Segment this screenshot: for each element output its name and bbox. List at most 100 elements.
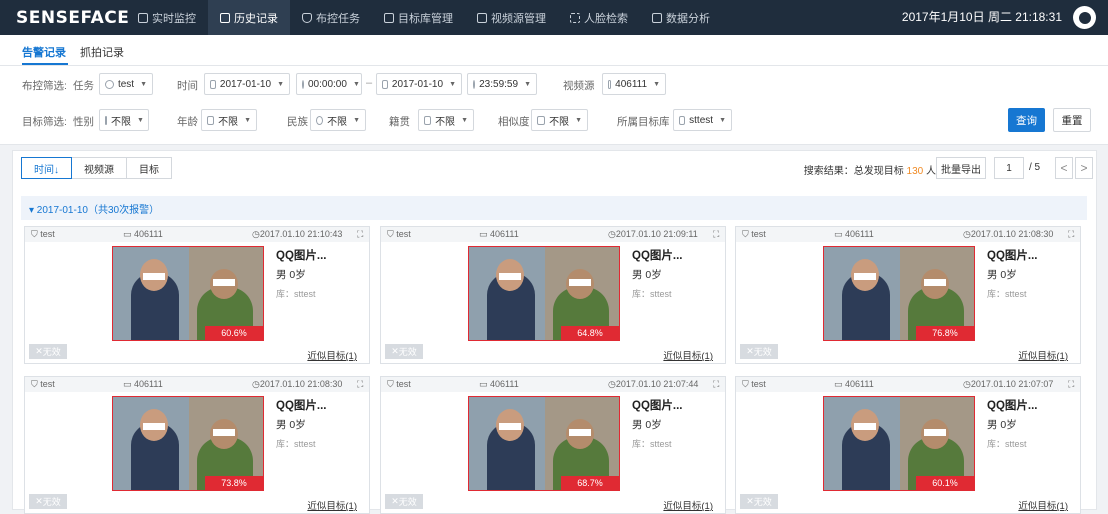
similarity-score-value: 73.8% xyxy=(221,478,247,488)
target-name: QQ图片... xyxy=(276,397,326,413)
similar-targets-link[interactable]: 近似目标(1) xyxy=(663,348,713,362)
similar-targets-label: 近似目标(1) xyxy=(663,501,713,512)
card-task-value: test xyxy=(751,379,766,389)
fullscreen-icon[interactable]: ⛶ xyxy=(357,379,363,390)
calendar-icon xyxy=(210,79,216,89)
similar-targets-link[interactable]: 近似目标(1) xyxy=(1018,498,1068,512)
mark-invalid-button[interactable]: ✕ 无效 xyxy=(29,494,67,509)
nav-item-realtime[interactable]: 实时监控 xyxy=(126,0,208,35)
start-time-picker[interactable]: 00:00:00 ▼ xyxy=(296,73,362,95)
gender-icon xyxy=(105,115,107,125)
next-page-button[interactable]: > xyxy=(1075,157,1093,179)
video-icon xyxy=(608,79,612,89)
target-library: 库：sttest xyxy=(276,437,316,450)
gender-select[interactable]: 不限 ▼ xyxy=(99,109,149,131)
similar-targets-link[interactable]: 近似目标(1) xyxy=(1018,348,1068,362)
capture-photo[interactable]: 64.8% xyxy=(468,246,620,341)
capture-photo[interactable]: 60.1% xyxy=(823,396,975,491)
page-number-input[interactable]: 1 xyxy=(994,157,1024,179)
similarity-select[interactable]: 不限 ▼ xyxy=(531,109,588,131)
nav-item-history[interactable]: 历史记录 xyxy=(208,0,290,35)
shield-icon xyxy=(105,79,114,89)
capture-photo[interactable]: 60.6% xyxy=(112,246,264,341)
alarm-card[interactable]: ⛉ test ▭ 406111 ◷2017.01.10 21:08:30 ⛶ 7… xyxy=(24,376,370,514)
fullscreen-icon[interactable]: ⛶ xyxy=(713,379,719,390)
start-date-picker[interactable]: 2017-01-10 ▼ xyxy=(204,73,290,95)
sort-by-source-button[interactable]: 视频源 xyxy=(71,157,127,179)
mark-invalid-button[interactable]: ✕ 无效 xyxy=(29,344,67,359)
privacy-mask xyxy=(854,273,876,280)
prev-page-button[interactable]: < xyxy=(1055,157,1073,179)
monitor-icon xyxy=(138,12,148,23)
target-library: 库：sttest xyxy=(987,287,1027,300)
fullscreen-icon[interactable]: ⛶ xyxy=(1068,229,1074,240)
alarm-card[interactable]: ⛉ test ▭ 406111 ◷2017.01.10 21:07:44 ⛶ 6… xyxy=(380,376,726,514)
age-select[interactable]: 不限 ▼ xyxy=(201,109,257,131)
fullscreen-icon[interactable]: ⛶ xyxy=(713,229,719,240)
alarm-card[interactable]: ⛉ test ▭ 406111 ◷2017.01.10 21:10:43 ⛶ 6… xyxy=(24,226,370,364)
target-gender-age: 男 0岁 xyxy=(987,417,1017,432)
card-task: ⛉ test xyxy=(742,379,766,389)
nav-item-face-search[interactable]: 人脸检索 xyxy=(558,0,640,35)
end-date-picker[interactable]: 2017-01-10 ▼ xyxy=(376,73,462,95)
age-label: 年龄 xyxy=(177,116,198,128)
video-source-select[interactable]: 406111 ▼ xyxy=(602,73,666,95)
ethnic-select[interactable]: 不限 ▼ xyxy=(310,109,366,131)
card-time-value: 2017.01.10 21:08:30 xyxy=(970,229,1054,239)
mark-invalid-button[interactable]: ✕ 无效 xyxy=(740,344,778,359)
target-library: 库：sttest xyxy=(987,437,1027,450)
card-time-value: 2017.01.10 21:07:07 xyxy=(970,379,1054,389)
end-time-picker[interactable]: 23:59:59 ▼ xyxy=(467,73,537,95)
capture-photo[interactable]: 76.8% xyxy=(823,246,975,341)
target-library: 库：sttest xyxy=(632,437,672,450)
nav-label: 视频源管理 xyxy=(491,12,546,25)
reset-button[interactable]: 重置 xyxy=(1053,108,1091,132)
query-button[interactable]: 查询 xyxy=(1008,108,1045,132)
card-time: ◷2017.01.10 21:07:07 xyxy=(963,379,1054,389)
fullscreen-icon[interactable]: ⛶ xyxy=(1068,379,1074,390)
nav-item-video-source[interactable]: 视频源管理 xyxy=(465,0,558,35)
nav-item-tasks[interactable]: 布控任务 xyxy=(290,0,372,35)
capture-photo[interactable]: 73.8% xyxy=(112,396,264,491)
similar-targets-link[interactable]: 近似目标(1) xyxy=(307,348,357,362)
tab-capture-records[interactable]: 抓拍记录 xyxy=(80,44,124,60)
target-library-select[interactable]: sttest ▼ xyxy=(673,109,732,131)
nav-label: 数据分析 xyxy=(666,12,710,25)
task-select[interactable]: test ▼ xyxy=(99,73,153,95)
similar-targets-label: 近似目标(1) xyxy=(663,351,713,362)
target-library-name: 库：sttest xyxy=(987,289,1027,299)
nav-item-library[interactable]: 目标库管理 xyxy=(372,0,465,35)
fullscreen-icon[interactable]: ⛶ xyxy=(357,229,363,240)
card-task: ⛉ test xyxy=(387,379,411,389)
mark-invalid-button[interactable]: ✕ 无效 xyxy=(385,344,423,359)
range-separator: – xyxy=(366,77,373,89)
date-group-header[interactable]: ▾ 2017-01-10（共30次报警） xyxy=(21,196,1087,220)
card-task: ⛉ test xyxy=(387,229,411,239)
card-time-value: 2017.01.10 21:07:44 xyxy=(615,379,699,389)
hourglass-icon xyxy=(207,115,215,125)
clock-icon xyxy=(473,79,476,89)
sort-by-time-button[interactable]: 时间↓ xyxy=(21,157,72,179)
alarm-card[interactable]: ⛉ test ▭ 406111 ◷2017.01.10 21:07:07 ⛶ 6… xyxy=(735,376,1081,514)
similar-targets-link[interactable]: 近似目标(1) xyxy=(307,498,357,512)
native-place-select[interactable]: 不限 ▼ xyxy=(418,109,474,131)
sort-by-target-button[interactable]: 目标 xyxy=(126,157,172,179)
card-time: ◷2017.01.10 21:09:11 xyxy=(608,229,698,239)
batch-export-button[interactable]: 批量导出 xyxy=(936,157,986,179)
tab-alarm-records[interactable]: 告警记录 xyxy=(22,44,66,60)
target-name-value: QQ图片... xyxy=(276,250,327,262)
alarm-card[interactable]: ⛉ test ▭ 406111 ◷2017.01.10 21:09:11 ⛶ 6… xyxy=(380,226,726,364)
mark-invalid-button[interactable]: ✕ 无效 xyxy=(740,494,778,509)
similar-targets-link[interactable]: 近似目标(1) xyxy=(663,498,713,512)
card-source-value: 406111 xyxy=(134,229,163,239)
capture-photo[interactable]: 68.7% xyxy=(468,396,620,491)
user-avatar[interactable] xyxy=(1073,6,1096,29)
alarm-card[interactable]: ⛉ test ▭ 406111 ◷2017.01.10 21:08:30 ⛶ 7… xyxy=(735,226,1081,364)
privacy-mask xyxy=(499,423,521,430)
mark-invalid-button[interactable]: ✕ 无效 xyxy=(385,494,423,509)
privacy-mask xyxy=(569,279,591,286)
card-time-value: 2017.01.10 21:08:30 xyxy=(259,379,343,389)
nav-item-analytics[interactable]: 数据分析 xyxy=(640,0,722,35)
app-logo[interactable]: SENSEFACE xyxy=(16,8,129,28)
task-filter-label: 布控筛选: xyxy=(22,80,67,92)
